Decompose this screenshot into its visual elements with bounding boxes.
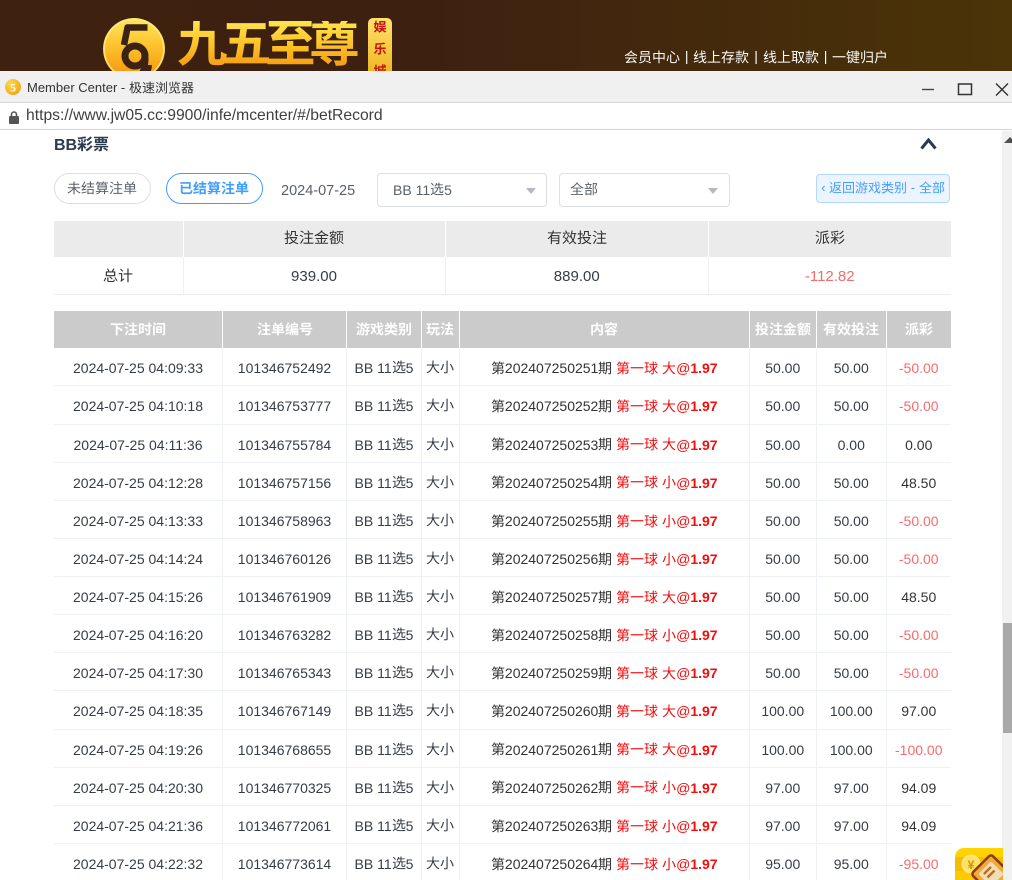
- svg-text:5: 5: [10, 81, 16, 95]
